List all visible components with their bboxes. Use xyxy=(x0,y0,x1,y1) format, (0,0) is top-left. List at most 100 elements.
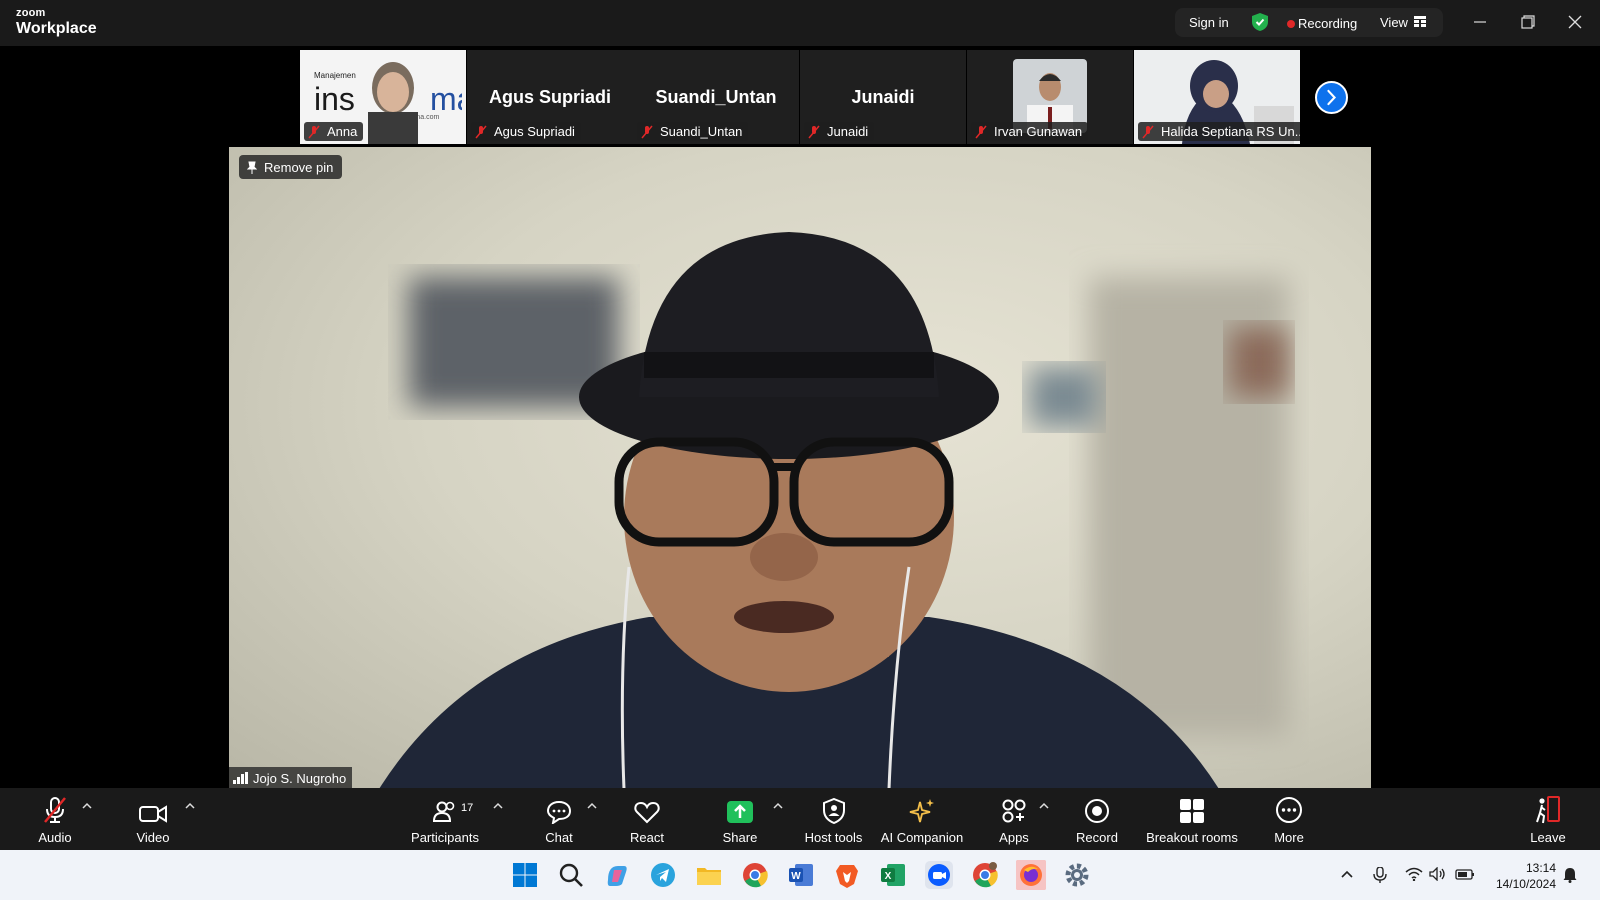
windows-start-icon[interactable] xyxy=(510,860,540,890)
chat-label: Chat xyxy=(545,830,573,845)
participant-tile-irvan[interactable]: Irvan Gunawan xyxy=(967,50,1133,144)
close-icon[interactable] xyxy=(1563,10,1587,34)
ai-companion-button[interactable]: AI Companion xyxy=(877,788,967,850)
copilot-icon[interactable] xyxy=(602,860,632,890)
leave-label: Leave xyxy=(1530,830,1566,845)
apps-options-caret-icon[interactable] xyxy=(1039,801,1049,809)
show-hidden-icons-chevron-icon[interactable] xyxy=(1340,867,1354,881)
file-explorer-icon[interactable] xyxy=(694,860,724,890)
clock-date: 14/10/2024 xyxy=(1495,877,1556,891)
battery-charging-icon[interactable] xyxy=(1455,867,1475,881)
leave-button[interactable]: Leave xyxy=(1523,788,1573,850)
app-logo: zoom Workplace xyxy=(16,8,97,37)
share-label: Share xyxy=(722,830,758,845)
more-button[interactable]: More xyxy=(1264,788,1314,850)
meeting-toolbar: Audio Video Participants 17 Chat React S… xyxy=(0,788,1600,850)
react-button[interactable]: React xyxy=(622,788,672,850)
participants-options-caret-icon[interactable] xyxy=(493,801,503,809)
minimize-icon[interactable] xyxy=(1468,10,1492,34)
telegram-icon[interactable] xyxy=(648,860,678,890)
heart-icon xyxy=(634,801,660,824)
microphone-tray-icon[interactable] xyxy=(1373,867,1387,883)
restore-icon[interactable] xyxy=(1516,10,1540,34)
system-clock[interactable]: 13:14 14/10/2024 xyxy=(1484,860,1556,892)
logo-caption: Manajemen xyxy=(314,71,356,80)
audio-options-caret-icon[interactable] xyxy=(82,801,92,809)
svg-text:X: X xyxy=(885,871,892,882)
word-icon[interactable]: W xyxy=(786,860,816,890)
recording-dot-icon xyxy=(1287,20,1295,28)
host-tools-label: Host tools xyxy=(804,830,863,845)
chat-options-caret-icon[interactable] xyxy=(587,801,597,809)
chrome-icon[interactable] xyxy=(740,860,770,890)
participant-name-tag: Agus Supriadi xyxy=(471,122,581,141)
svg-text:ma: ma xyxy=(430,81,462,116)
participant-tile-halida[interactable]: Halida Septiana RS Un... xyxy=(1134,50,1300,144)
participant-tile-junaidi[interactable]: Junaidi Junaidi xyxy=(800,50,966,144)
grid-view-icon[interactable] xyxy=(1414,16,1426,27)
video-options-caret-icon[interactable] xyxy=(185,801,195,809)
video-button[interactable]: Video xyxy=(128,788,178,850)
chrome-profile-icon[interactable] xyxy=(970,860,1000,890)
main-speaker-video[interactable]: Remove pin Jojo S. Nugroho xyxy=(229,147,1371,789)
zoom-app-icon[interactable] xyxy=(924,860,954,890)
share-options-caret-icon[interactable] xyxy=(773,801,783,809)
excel-icon[interactable]: X xyxy=(878,860,908,890)
audio-button[interactable]: Audio xyxy=(30,788,80,850)
muted-mic-icon xyxy=(641,125,653,138)
next-page-chevron-icon[interactable] xyxy=(1315,81,1348,114)
speaker-name: Jojo S. Nugroho xyxy=(253,770,347,786)
participant-display-name: Junaidi xyxy=(851,87,915,107)
participant-name-tag: Halida Septiana RS Un... xyxy=(1138,122,1300,141)
record-icon xyxy=(1085,799,1109,823)
participant-name-tag: Suandi_Untan xyxy=(637,122,749,141)
video-camera-icon xyxy=(139,805,167,823)
leave-door-icon xyxy=(1536,796,1560,824)
ai-companion-label: AI Companion xyxy=(880,830,964,845)
host-tools-button[interactable]: Host tools xyxy=(800,788,867,850)
breakout-rooms-icon xyxy=(1180,799,1204,823)
participant-display-name: Agus Supriadi xyxy=(488,87,611,107)
apps-label: Apps xyxy=(999,830,1029,845)
participant-name: Anna xyxy=(327,124,358,139)
participant-tile-suandi[interactable]: Suandi_Untan Suandi_Untan xyxy=(633,50,799,144)
host-shield-icon xyxy=(822,798,845,824)
muted-mic-icon xyxy=(1142,125,1154,138)
svg-text:W: W xyxy=(791,871,801,882)
brave-browser-icon[interactable] xyxy=(832,860,862,890)
sign-in-button[interactable]: Sign in xyxy=(1189,15,1229,30)
chat-button[interactable]: Chat xyxy=(534,788,584,850)
wifi-icon[interactable] xyxy=(1405,867,1423,881)
participant-name: Agus Supriadi xyxy=(494,124,575,139)
speaker-name-tag: Jojo S. Nugroho xyxy=(229,767,353,789)
title-bar: zoom Workplace Sign in Recording View xyxy=(0,0,1600,46)
share-screen-icon xyxy=(727,801,753,823)
participants-button[interactable]: Participants xyxy=(405,788,485,850)
record-button[interactable]: Record xyxy=(1072,788,1122,850)
participant-tile-anna[interactable]: Manajemen ins ma insinma.com Anna xyxy=(300,50,466,144)
search-icon[interactable] xyxy=(556,860,586,890)
participant-name: Halida Septiana RS Un... xyxy=(1161,124,1300,139)
participant-name: Junaidi xyxy=(827,124,869,139)
view-button[interactable]: View xyxy=(1380,15,1408,30)
volume-icon[interactable] xyxy=(1429,867,1447,881)
firefox-icon[interactable] xyxy=(1016,860,1046,890)
share-button[interactable]: Share xyxy=(715,788,765,850)
participant-name-tag: Junaidi xyxy=(804,122,875,141)
clock-time: 13:14 xyxy=(1525,861,1556,875)
apps-button[interactable]: Apps xyxy=(989,788,1039,850)
notification-bell-icon[interactable] xyxy=(1563,867,1577,883)
muted-mic-icon xyxy=(475,125,487,138)
muted-mic-icon xyxy=(308,125,320,138)
security-shield-icon[interactable] xyxy=(1252,13,1268,31)
remove-pin-button[interactable]: Remove pin xyxy=(239,155,343,179)
muted-mic-icon xyxy=(975,125,987,138)
settings-gear-icon[interactable] xyxy=(1062,860,1092,890)
participant-photo xyxy=(368,62,418,144)
breakout-rooms-label: Breakout rooms xyxy=(1146,830,1238,845)
participant-tile-agus[interactable]: Agus Supriadi Agus Supriadi xyxy=(467,50,633,144)
breakout-rooms-button[interactable]: Breakout rooms xyxy=(1146,788,1238,850)
participant-name: Irvan Gunawan xyxy=(994,124,1083,139)
more-ellipsis-icon xyxy=(1276,797,1302,823)
recording-indicator[interactable]: Recording xyxy=(1298,16,1357,31)
